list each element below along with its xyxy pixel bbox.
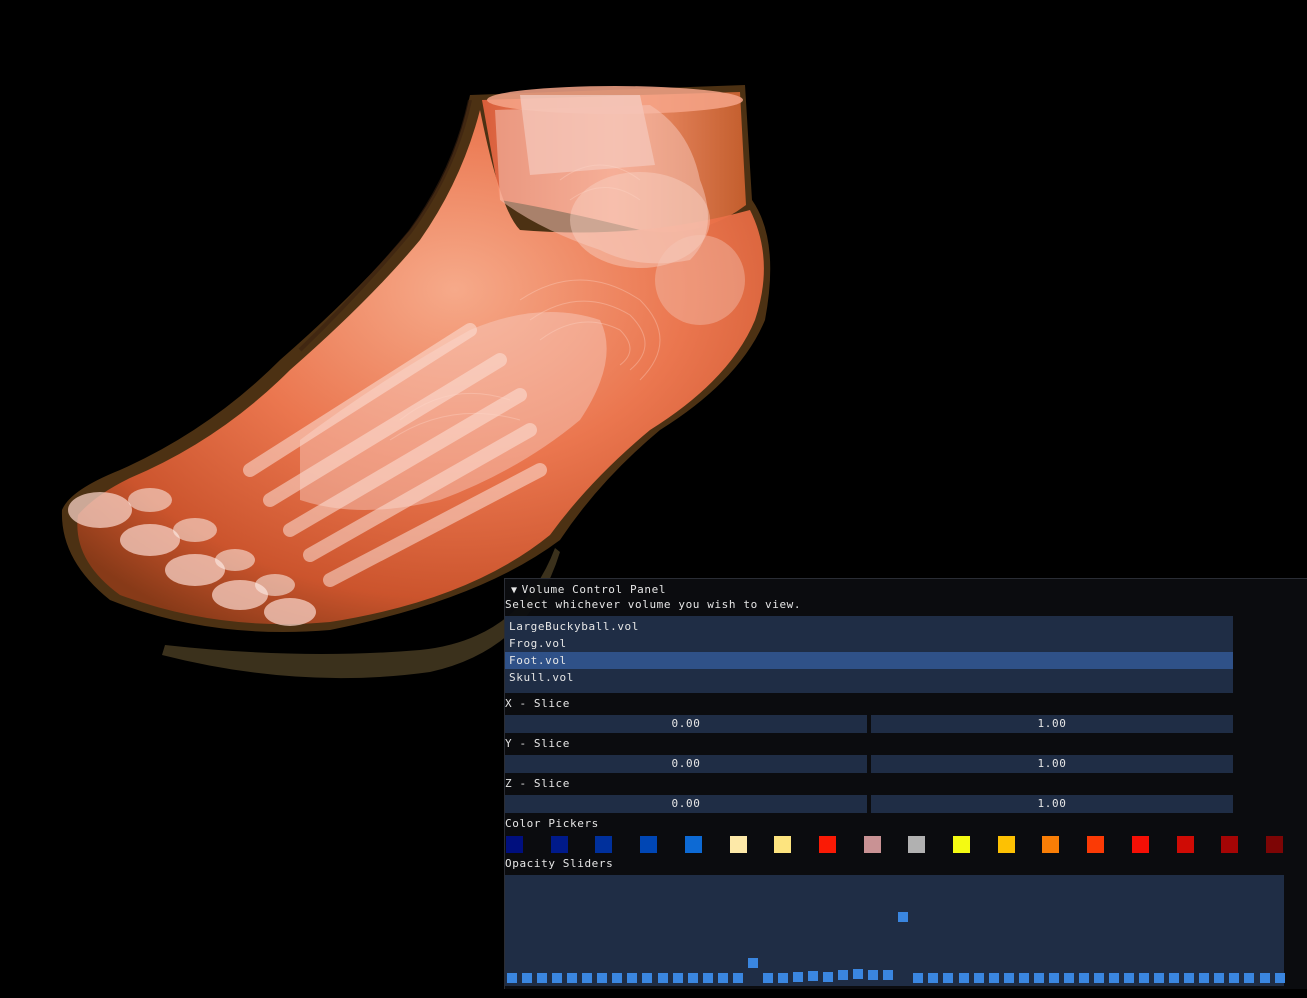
opacity-control-point[interactable] xyxy=(762,973,773,983)
color-swatch[interactable] xyxy=(1265,836,1283,853)
color-swatch[interactable] xyxy=(1042,836,1060,853)
opacity-control-point[interactable] xyxy=(958,973,969,983)
opacity-control-point[interactable] xyxy=(883,969,894,980)
opacity-control-point[interactable] xyxy=(1139,973,1150,983)
opacity-control-point[interactable] xyxy=(672,973,683,983)
opacity-control-point[interactable] xyxy=(1169,973,1180,983)
color-swatch[interactable] xyxy=(1087,836,1105,853)
slice-min-slider[interactable]: 0.00 xyxy=(505,715,867,733)
opacity-control-point[interactable] xyxy=(597,973,608,983)
slice-max-slider[interactable]: 1.00 xyxy=(871,755,1233,773)
volume-item[interactable]: LargeBuckyball.vol xyxy=(505,618,1233,635)
opacity-control-point[interactable] xyxy=(1229,973,1240,983)
opacity-control-point[interactable] xyxy=(868,969,879,980)
opacity-control-point[interactable] xyxy=(627,973,638,983)
color-pickers-label: Color Pickers xyxy=(505,817,599,830)
volume-item[interactable]: Foot.vol xyxy=(505,652,1233,669)
opacity-control-point[interactable] xyxy=(582,973,593,983)
color-swatch[interactable] xyxy=(729,836,747,853)
color-swatch[interactable] xyxy=(595,836,613,853)
opacity-control-point[interactable] xyxy=(853,968,864,979)
opacity-control-point[interactable] xyxy=(1109,973,1119,983)
color-swatch[interactable] xyxy=(818,836,836,853)
slice-max-slider[interactable]: 1.00 xyxy=(871,715,1233,733)
slice-label: Y - Slice xyxy=(505,737,571,750)
opacity-control-point[interactable] xyxy=(747,957,758,968)
opacity-control-point[interactable] xyxy=(552,973,563,983)
opacity-control-point[interactable] xyxy=(823,971,834,982)
opacity-control-point[interactable] xyxy=(702,973,713,983)
volume-instruction: Select whichever volume you wish to view… xyxy=(505,598,802,611)
color-swatch[interactable] xyxy=(506,836,523,853)
opacity-control-point[interactable] xyxy=(717,973,728,983)
opacity-control-point[interactable] xyxy=(1259,973,1270,983)
color-swatch[interactable] xyxy=(908,836,926,853)
color-swatch[interactable] xyxy=(550,836,568,853)
opacity-control-point[interactable] xyxy=(928,973,939,983)
opacity-control-point[interactable] xyxy=(1063,973,1074,983)
opacity-control-point[interactable] xyxy=(1124,973,1135,983)
opacity-control-point[interactable] xyxy=(657,973,668,983)
opacity-sliders-label: Opacity Sliders xyxy=(505,857,614,870)
opacity-control-point[interactable] xyxy=(898,912,909,923)
opacity-control-point[interactable] xyxy=(1214,973,1225,983)
volume-control-panel: ▼ Volume Control Panel Select whichever v… xyxy=(504,578,1307,989)
opacity-control-point[interactable] xyxy=(1093,973,1104,983)
opacity-slider-area[interactable] xyxy=(505,875,1285,986)
opacity-control-point[interactable] xyxy=(943,973,954,983)
volume-listbox[interactable]: LargeBuckyball.vol Frog.vol Foot.vol Skull.… xyxy=(505,616,1233,693)
slice-min-slider[interactable]: 0.00 xyxy=(505,795,867,813)
color-swatch[interactable] xyxy=(640,836,658,853)
opacity-control-point[interactable] xyxy=(913,973,924,983)
opacity-control-point[interactable] xyxy=(507,973,517,983)
opacity-control-point[interactable] xyxy=(537,973,548,983)
volume-item[interactable]: Skull.vol xyxy=(505,669,1233,686)
color-swatch[interactable] xyxy=(774,836,792,853)
opacity-control-point[interactable] xyxy=(777,973,788,983)
opacity-control-point[interactable] xyxy=(988,973,999,983)
opacity-control-point[interactable] xyxy=(612,973,623,983)
panel-title: Volume Control Panel xyxy=(521,583,667,596)
opacity-control-point[interactable] xyxy=(1078,973,1089,983)
opacity-control-point[interactable] xyxy=(1048,973,1059,983)
color-swatch[interactable] xyxy=(1131,836,1149,853)
opacity-control-point[interactable] xyxy=(687,973,698,983)
color-swatch[interactable] xyxy=(1176,836,1194,853)
color-swatch[interactable] xyxy=(863,836,881,853)
color-swatch[interactable] xyxy=(684,836,702,853)
color-swatch[interactable] xyxy=(1221,836,1239,853)
opacity-control-point[interactable] xyxy=(642,973,653,983)
panel-header[interactable]: ▼ Volume Control Panel xyxy=(511,583,666,597)
opacity-control-point[interactable] xyxy=(522,973,533,983)
opacity-control-point[interactable] xyxy=(1003,973,1014,983)
opacity-control-point[interactable] xyxy=(792,971,803,982)
opacity-control-point[interactable] xyxy=(808,970,818,981)
opacity-control-point[interactable] xyxy=(1033,973,1044,983)
opacity-control-point[interactable] xyxy=(1199,973,1210,983)
collapse-triangle-icon[interactable]: ▼ xyxy=(511,585,518,596)
opacity-control-point[interactable] xyxy=(1274,973,1285,983)
opacity-control-point[interactable] xyxy=(1184,973,1195,983)
slice-label: Z - Slice xyxy=(505,777,571,790)
opacity-control-point[interactable] xyxy=(1244,973,1255,983)
slice-label: X - Slice xyxy=(505,697,571,710)
opacity-control-point[interactable] xyxy=(838,969,849,980)
opacity-control-point[interactable] xyxy=(567,973,578,983)
opacity-control-point[interactable] xyxy=(1018,973,1029,983)
color-swatch[interactable] xyxy=(997,836,1015,853)
color-swatch[interactable] xyxy=(953,836,970,853)
opacity-control-point[interactable] xyxy=(1154,973,1165,983)
volume-item[interactable]: Frog.vol xyxy=(505,635,1233,652)
slice-max-slider[interactable]: 1.00 xyxy=(871,795,1233,813)
opacity-control-point[interactable] xyxy=(732,973,743,983)
opacity-control-point[interactable] xyxy=(973,973,984,983)
slice-min-slider[interactable]: 0.00 xyxy=(505,755,867,773)
